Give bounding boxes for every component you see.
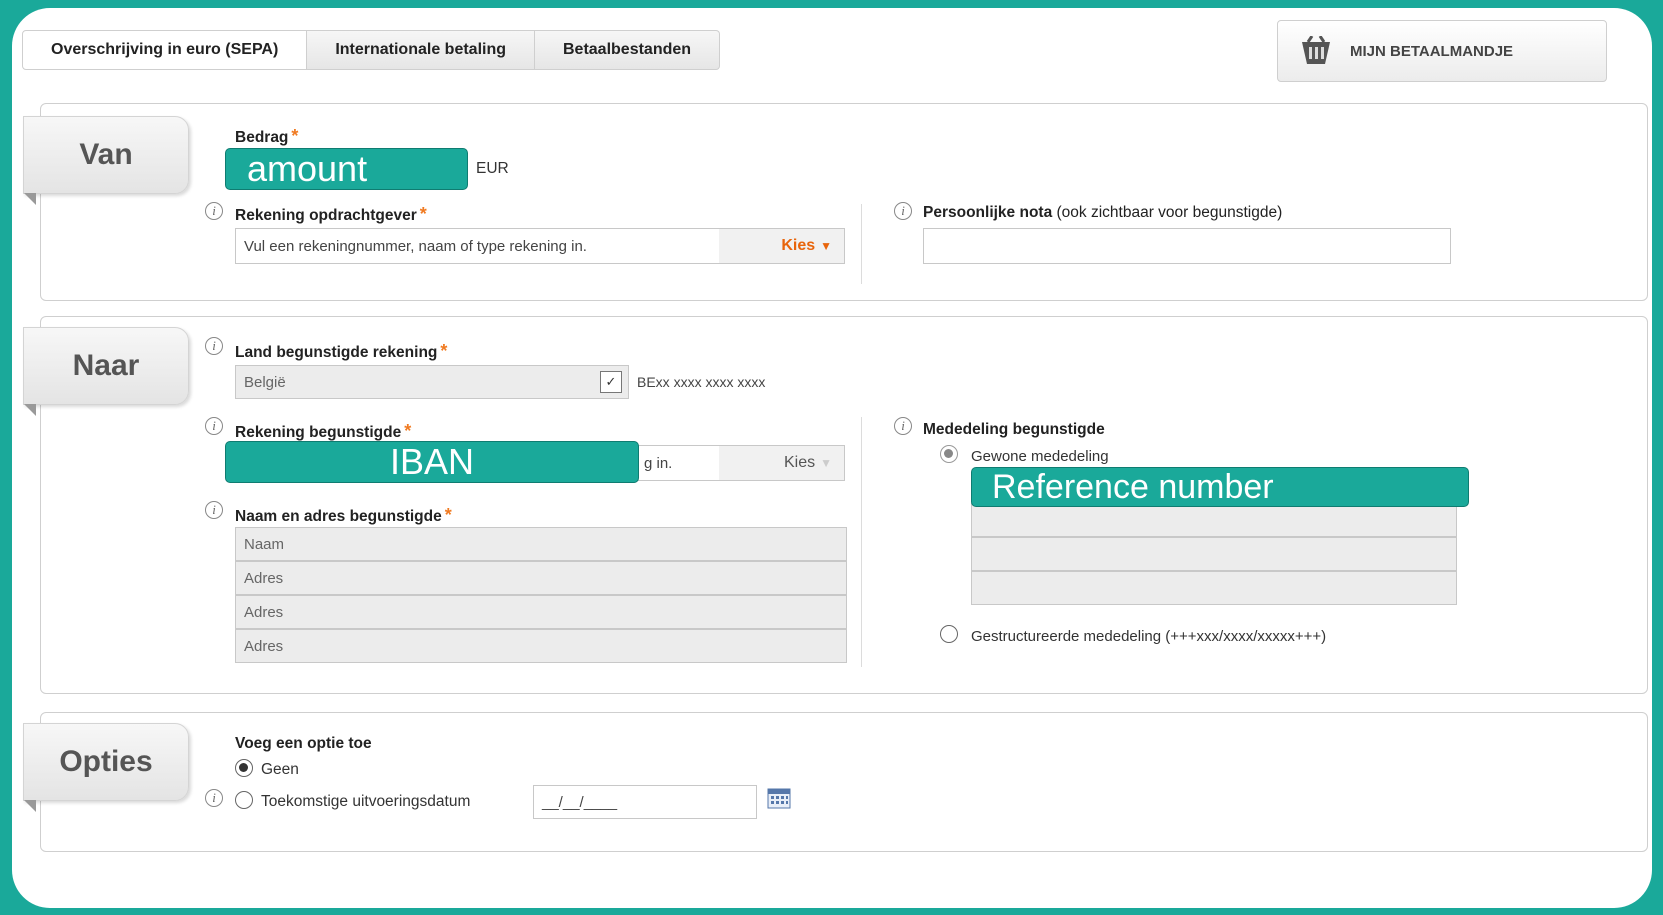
radio-plain-message-label: Gewone mededeling	[971, 448, 1109, 465]
reference-number-input[interactable]: Reference number	[971, 467, 1469, 507]
info-icon[interactable]: i	[894, 202, 912, 220]
basket-label: MIJN BETAALMANDJE	[1350, 42, 1514, 60]
address-field[interactable]: Adres	[235, 629, 847, 663]
radio-option-none[interactable]	[235, 759, 253, 777]
tab-international[interactable]: Internationale betaling	[307, 30, 535, 70]
tab-payment-files[interactable]: Betaalbestanden	[535, 30, 721, 70]
info-icon[interactable]: i	[205, 202, 223, 220]
amount-label: Bedrag *	[235, 126, 299, 146]
info-icon[interactable]: i	[205, 789, 223, 807]
calendar-icon[interactable]	[767, 787, 791, 809]
name-address-label: Naam en adres begunstigde *	[235, 505, 452, 525]
chevron-down-icon[interactable]: ✓	[600, 371, 622, 393]
radio-option-none-label: Geen	[261, 761, 299, 778]
message-line[interactable]	[971, 503, 1457, 537]
address-field[interactable]: Adres	[235, 595, 847, 629]
naar-tab: Naar	[23, 327, 189, 416]
iban-input[interactable]: IBAN	[225, 441, 639, 483]
currency-label: EUR	[476, 160, 509, 177]
amount-input[interactable]: amount	[225, 148, 468, 190]
execution-date-input[interactable]: __/__/____	[533, 785, 757, 819]
chevron-down-icon: ▼	[820, 239, 832, 253]
message-line[interactable]	[971, 571, 1457, 605]
info-icon[interactable]: i	[205, 417, 223, 435]
iban-format-hint: BExx xxxx xxxx xxxx	[637, 374, 766, 390]
basket-icon	[1302, 36, 1330, 64]
radio-option-future-date[interactable]	[235, 791, 253, 809]
van-panel: Van Bedrag * amount EUR i Rekening opdrac…	[23, 103, 1648, 301]
address-field[interactable]: Adres	[235, 561, 847, 595]
debtor-account-label: Rekening opdrachtgever *	[235, 204, 427, 224]
radio-structured-message-label: Gestructureerde mededeling (+++xxx/xxxx/…	[971, 628, 1327, 645]
add-option-label: Voeg een optie toe	[235, 735, 372, 752]
country-select[interactable]: België ✓	[235, 365, 629, 399]
name-field[interactable]: Naam	[235, 527, 847, 561]
required-asterisk: *	[291, 126, 299, 146]
message-label: Mededeling begunstigde	[923, 421, 1105, 438]
personal-note-label: Persoonlijke nota (ook zichtbaar voor be…	[923, 204, 1283, 221]
message-line[interactable]	[971, 537, 1457, 571]
van-tab: Van	[23, 116, 189, 205]
payment-type-tabs: Overschrijving in euro (SEPA) Internatio…	[22, 30, 721, 70]
creditor-account-label: Rekening begunstigde *	[235, 421, 412, 441]
personal-note-input[interactable]	[923, 228, 1451, 264]
country-label: Land begunstigde rekening *	[235, 341, 448, 361]
radio-plain-message[interactable]	[940, 445, 958, 463]
opties-tab: Opties	[23, 723, 189, 812]
info-icon[interactable]: i	[205, 501, 223, 519]
radio-option-future-date-label: Toekomstige uitvoeringsdatum	[261, 793, 471, 810]
app-frame: Overschrijving in euro (SEPA) Internatio…	[12, 8, 1652, 908]
chevron-down-icon: ▼	[820, 456, 832, 470]
info-icon[interactable]: i	[205, 337, 223, 355]
opties-panel: Opties Voeg een optie toe Geen i Toekoms…	[23, 712, 1648, 852]
radio-structured-message[interactable]	[940, 625, 958, 643]
basket-button[interactable]: MIJN BETAALMANDJE	[1277, 20, 1607, 82]
naar-panel: Naar i Land begunstigde rekening * België…	[23, 316, 1648, 694]
kies-dropdown-button[interactable]: Kies ▼	[719, 229, 844, 263]
tab-sepa[interactable]: Overschrijving in euro (SEPA)	[22, 30, 308, 70]
info-icon[interactable]: i	[894, 417, 912, 435]
kies-dropdown-button[interactable]: Kies ▼	[719, 446, 844, 480]
debtor-account-input[interactable]: Vul een rekeningnummer, naam of type rek…	[235, 228, 845, 264]
